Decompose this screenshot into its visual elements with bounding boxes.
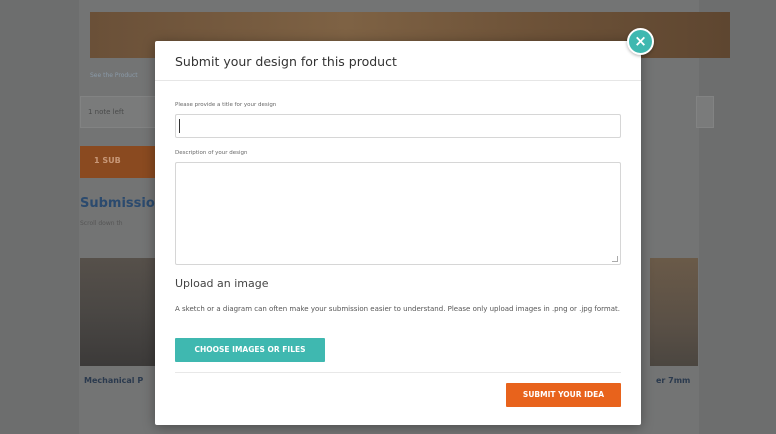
design-title-input[interactable] [175, 114, 621, 138]
description-field-label: Description of your design [175, 150, 248, 156]
card-right-title: er 7mm [656, 376, 691, 385]
submit-design-modal: Submit your design for this product Plea… [155, 41, 641, 425]
modal-divider [175, 372, 621, 373]
close-icon: × [634, 32, 647, 50]
notes-left-text: 1 note left [88, 108, 125, 116]
upload-description: A sketch or a diagram can often make you… [175, 305, 620, 313]
upload-heading: Upload an image [175, 277, 269, 290]
submissions-subtext: Scroll down th [80, 220, 123, 227]
submissions-heading: Submissio [80, 196, 155, 211]
card-right-image [650, 258, 698, 366]
notes-box-right [696, 96, 714, 128]
title-field-label: Please provide a title for your design [175, 102, 277, 108]
text-caret [179, 119, 180, 133]
design-description-textarea[interactable] [175, 162, 621, 265]
modal-title: Submit your design for this product [175, 54, 397, 69]
see-product-link: See the Product [90, 72, 138, 79]
choose-files-button[interactable]: CHOOSE IMAGES OR FILES [175, 338, 325, 362]
modal-header: Submit your design for this product [155, 41, 641, 81]
close-modal-button[interactable]: × [627, 28, 654, 55]
submit-idea-button[interactable]: SUBMIT YOUR IDEA [506, 383, 621, 407]
submit-step-label: 1 SUB [94, 156, 121, 165]
resize-grip-icon[interactable] [612, 256, 618, 262]
card-left-image [80, 258, 156, 366]
card-left-title: Mechanical P [84, 376, 144, 385]
